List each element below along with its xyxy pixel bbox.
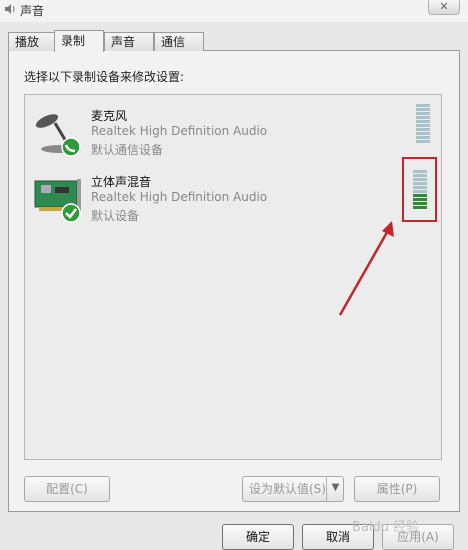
tab-recording[interactable]: 录制 (54, 30, 104, 52)
device-driver: Realtek High Definition Audio (91, 124, 268, 138)
cancel-button-label: 取消 (325, 530, 350, 544)
configure-button-label: 配置(C) (46, 482, 88, 496)
tab-label: 播放 (15, 35, 40, 49)
level-segment (416, 136, 430, 139)
level-segment (416, 104, 430, 107)
properties-button[interactable]: 属性(P) (354, 476, 440, 502)
configure-button[interactable]: 配置(C) (24, 476, 110, 502)
ok-button[interactable]: 确定 (222, 524, 294, 550)
device-status: 默认通信设备 (91, 143, 164, 157)
level-segment (416, 124, 430, 127)
ok-button-label: 确定 (245, 530, 270, 544)
level-segment (416, 112, 430, 115)
close-icon: ✕ (439, 0, 449, 13)
tab-playback[interactable]: 播放 (8, 32, 58, 51)
microphone-icon (35, 114, 81, 157)
set-default-button-label: 设为默认值(S) (249, 482, 326, 496)
check-badge-icon (61, 203, 81, 223)
device-name: 立体声混音 (91, 175, 152, 189)
level-segment (416, 128, 430, 131)
sound-card-icon (34, 179, 81, 223)
tab-sounds[interactable]: 声音 (104, 32, 154, 51)
level-segment (416, 116, 430, 119)
level-segment (416, 132, 430, 135)
tab-label: 通信 (161, 35, 186, 49)
tab-label: 声音 (111, 35, 136, 49)
instruction-text: 选择以下录制设备来修改设置: (24, 70, 185, 84)
tab-communications[interactable]: 通信 (154, 32, 204, 51)
window-title: 声音 (20, 4, 45, 18)
device-item-microphone[interactable]: 麦克风 Realtek High Definition Audio 默认通信设备 (25, 101, 441, 163)
speaker-icon (5, 4, 15, 14)
tab-label: 录制 (61, 34, 86, 48)
phone-badge-icon (61, 137, 81, 157)
device-status: 默认设备 (91, 209, 140, 223)
device-name: 麦克风 (91, 109, 128, 123)
watermark: Baidu 经验 (352, 520, 420, 535)
level-segment (416, 140, 430, 143)
highlight-box (402, 157, 437, 222)
level-segment (416, 120, 430, 123)
properties-button-label: 属性(P) (376, 482, 418, 496)
level-meter-microphone (416, 104, 430, 144)
device-driver: Realtek High Definition Audio (91, 190, 268, 204)
close-button[interactable]: ✕ (428, 0, 460, 15)
title-bar: 声音 ✕ (0, 0, 468, 22)
level-segment (416, 108, 430, 111)
chevron-down-icon[interactable]: ▼ (326, 476, 344, 502)
annotation-arrow (338, 221, 394, 316)
